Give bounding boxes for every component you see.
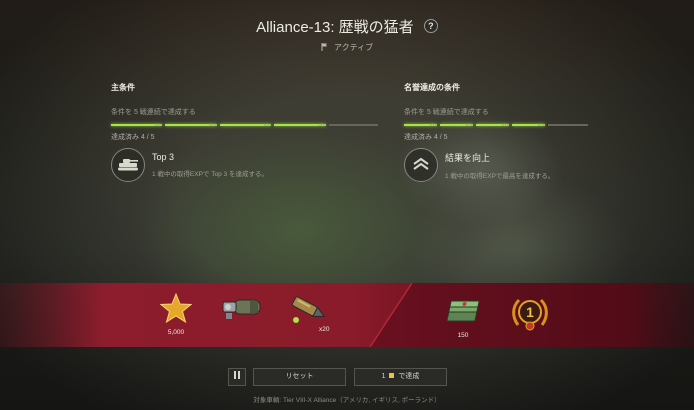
reward-ammo-count: x20: [319, 326, 330, 333]
reset-button[interactable]: リセット: [253, 368, 346, 386]
mission-title: Alliance-13: 歴戦の猛者: [256, 19, 414, 36]
primary-task: Top 3 1 戦中の取得EXPで Top 3 を達成する。: [111, 148, 268, 182]
mission-title-row: Alliance-13: 歴戦の猛者 ?: [0, 16, 694, 37]
complete-button[interactable]: 1 で達成: [354, 368, 447, 386]
pause-icon: [234, 371, 240, 379]
progress-segment: 10%: [512, 122, 545, 131]
svg-text:1: 1: [526, 304, 534, 320]
progress-segment: 10%: [274, 122, 326, 131]
honor-progress-bar: 10% 10% 10% 10%: [404, 122, 674, 131]
honor-task: 結果を向上 1 戦中の取得EXPで最高を達成する。: [404, 148, 554, 182]
rank-up-icon: [404, 148, 438, 182]
progress-segment: 10%: [111, 122, 163, 131]
reward-cash[interactable]: 150: [444, 297, 482, 339]
primary-task-title: Top 3: [152, 152, 175, 162]
rewards-band: [0, 283, 694, 347]
honor-heading: 名誉達成の条件: [404, 83, 460, 92]
primary-heading: 主条件: [111, 83, 135, 92]
flag-icon: [321, 43, 327, 51]
honor-count: 達成済み 4 / 5: [404, 134, 448, 141]
honor-task-desc: 1 戦中の取得EXPで最高を達成する。: [445, 172, 555, 180]
reward-credits-value: 5,000: [167, 329, 185, 336]
primary-task-desc: 1 戦中の取得EXPで Top 3 を達成する。: [152, 171, 268, 178]
complete-count: 1: [381, 373, 386, 380]
complete-label: で達成: [398, 373, 420, 380]
equipment-icon: [222, 299, 261, 319]
reward-medal[interactable]: 1: [510, 295, 550, 338]
token-icon: [389, 373, 395, 378]
eligible-vehicles: 対象車輌: Tier VIII-X Alliance（アメリカ, イギリス, ポ…: [253, 397, 441, 404]
honor-conditions: 名誉達成の条件 条件を 5 戦連続で達成する 10% 10% 10% 10% 達…: [404, 82, 674, 142]
tank-icon: [111, 148, 145, 182]
progress-segment: [548, 122, 588, 131]
progress-segment: [328, 122, 378, 131]
progress-segment: 10%: [219, 122, 272, 131]
primary-condition-text: 条件を 5 戦連続で達成する: [111, 109, 196, 116]
primary-conditions: 主条件 条件を 5 戦連続で達成する 10% 10% 10% 10% 達成済み …: [111, 82, 381, 142]
reward-ammo[interactable]: x20: [287, 294, 333, 333]
laurel-medal-icon: 1: [512, 298, 548, 331]
background-vignette: [0, 0, 694, 410]
progress-segment: 10%: [440, 122, 473, 131]
progress-segment: 10%: [404, 122, 437, 131]
reward-cash-value: 150: [457, 332, 469, 339]
pause-button[interactable]: [228, 368, 246, 386]
primary-progress-bar: 10% 10% 10% 10%: [111, 122, 381, 131]
cash-stack-icon: [446, 300, 480, 322]
status-label: アクティブ: [334, 43, 374, 52]
mission-status: アクティブ: [0, 42, 694, 53]
star-icon: [159, 292, 193, 324]
help-icon[interactable]: ?: [423, 19, 438, 34]
reward-credits[interactable]: 5,000: [159, 292, 193, 336]
progress-segment: 10%: [165, 122, 217, 131]
reward-equipment[interactable]: [220, 296, 266, 327]
honor-condition-text: 条件を 5 戦連続で達成する: [404, 109, 489, 116]
primary-count: 達成済み 4 / 5: [111, 134, 155, 141]
progress-segment: 10%: [476, 122, 509, 131]
ammo-icon: [291, 296, 326, 323]
honor-task-title: 結果を向上: [445, 152, 491, 163]
